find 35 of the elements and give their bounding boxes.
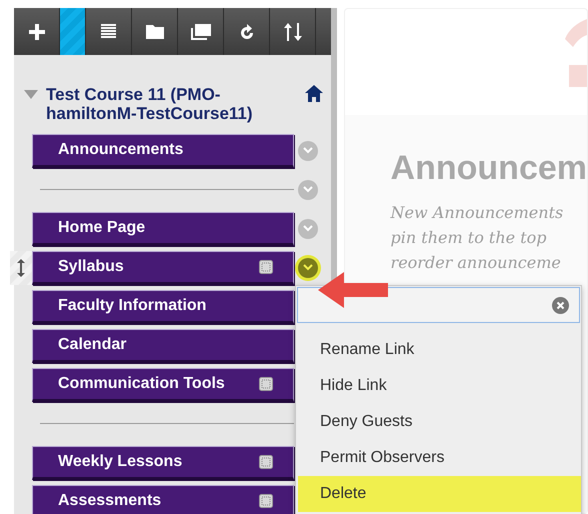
- menu-item[interactable]: Delete: [298, 476, 581, 512]
- chevron-icon: [303, 264, 313, 271]
- menu-link[interactable]: Faculty Information: [32, 290, 294, 324]
- menu-item[interactable]: Rename Link: [298, 332, 581, 368]
- description-line: pin them to the top: [390, 227, 548, 249]
- menu-link[interactable]: Syllabus: [32, 250, 294, 284]
- folder-icon: [146, 24, 164, 38]
- window-icon: [190, 24, 210, 40]
- menu-item[interactable]: Permit Observers: [298, 440, 581, 476]
- options-button[interactable]: [298, 258, 318, 278]
- menu-link[interactable]: Home Page: [32, 212, 294, 246]
- heading: Announcem: [390, 149, 587, 188]
- menu-link[interactable]: Communication Tools: [32, 368, 294, 402]
- refresh-icon: [238, 22, 254, 40]
- toolbar-button[interactable]: [60, 8, 86, 55]
- menu-link[interactable]: Announcements: [32, 134, 294, 168]
- chevron-icon: [303, 147, 313, 154]
- filter-field[interactable]: [297, 287, 580, 323]
- home-icon[interactable]: [304, 85, 323, 102]
- plus-icon: [28, 24, 44, 40]
- menu-link[interactable]: Calendar: [32, 328, 294, 362]
- course-title[interactable]: Test Course 11 (PMO-hamiltonM-TestCourse11): [46, 85, 297, 123]
- description-line: New Announcements: [390, 202, 564, 224]
- clear-icon[interactable]: [552, 296, 569, 314]
- menu-link[interactable]: Weekly Lessons: [32, 446, 294, 480]
- sort-icon: [284, 22, 302, 40]
- menu-item[interactable]: Hide Link: [298, 368, 581, 404]
- drag-handle[interactable]: [10, 250, 32, 284]
- list-icon: [101, 24, 116, 40]
- chevron-icon: [303, 186, 313, 193]
- description-line: reorder announceme: [390, 252, 562, 274]
- menu-link[interactable]: Assessments: [32, 484, 294, 514]
- pointer-arrow: [318, 272, 388, 308]
- menu-item[interactable]: Deny Guests: [298, 404, 581, 440]
- chevron-icon: [303, 225, 313, 232]
